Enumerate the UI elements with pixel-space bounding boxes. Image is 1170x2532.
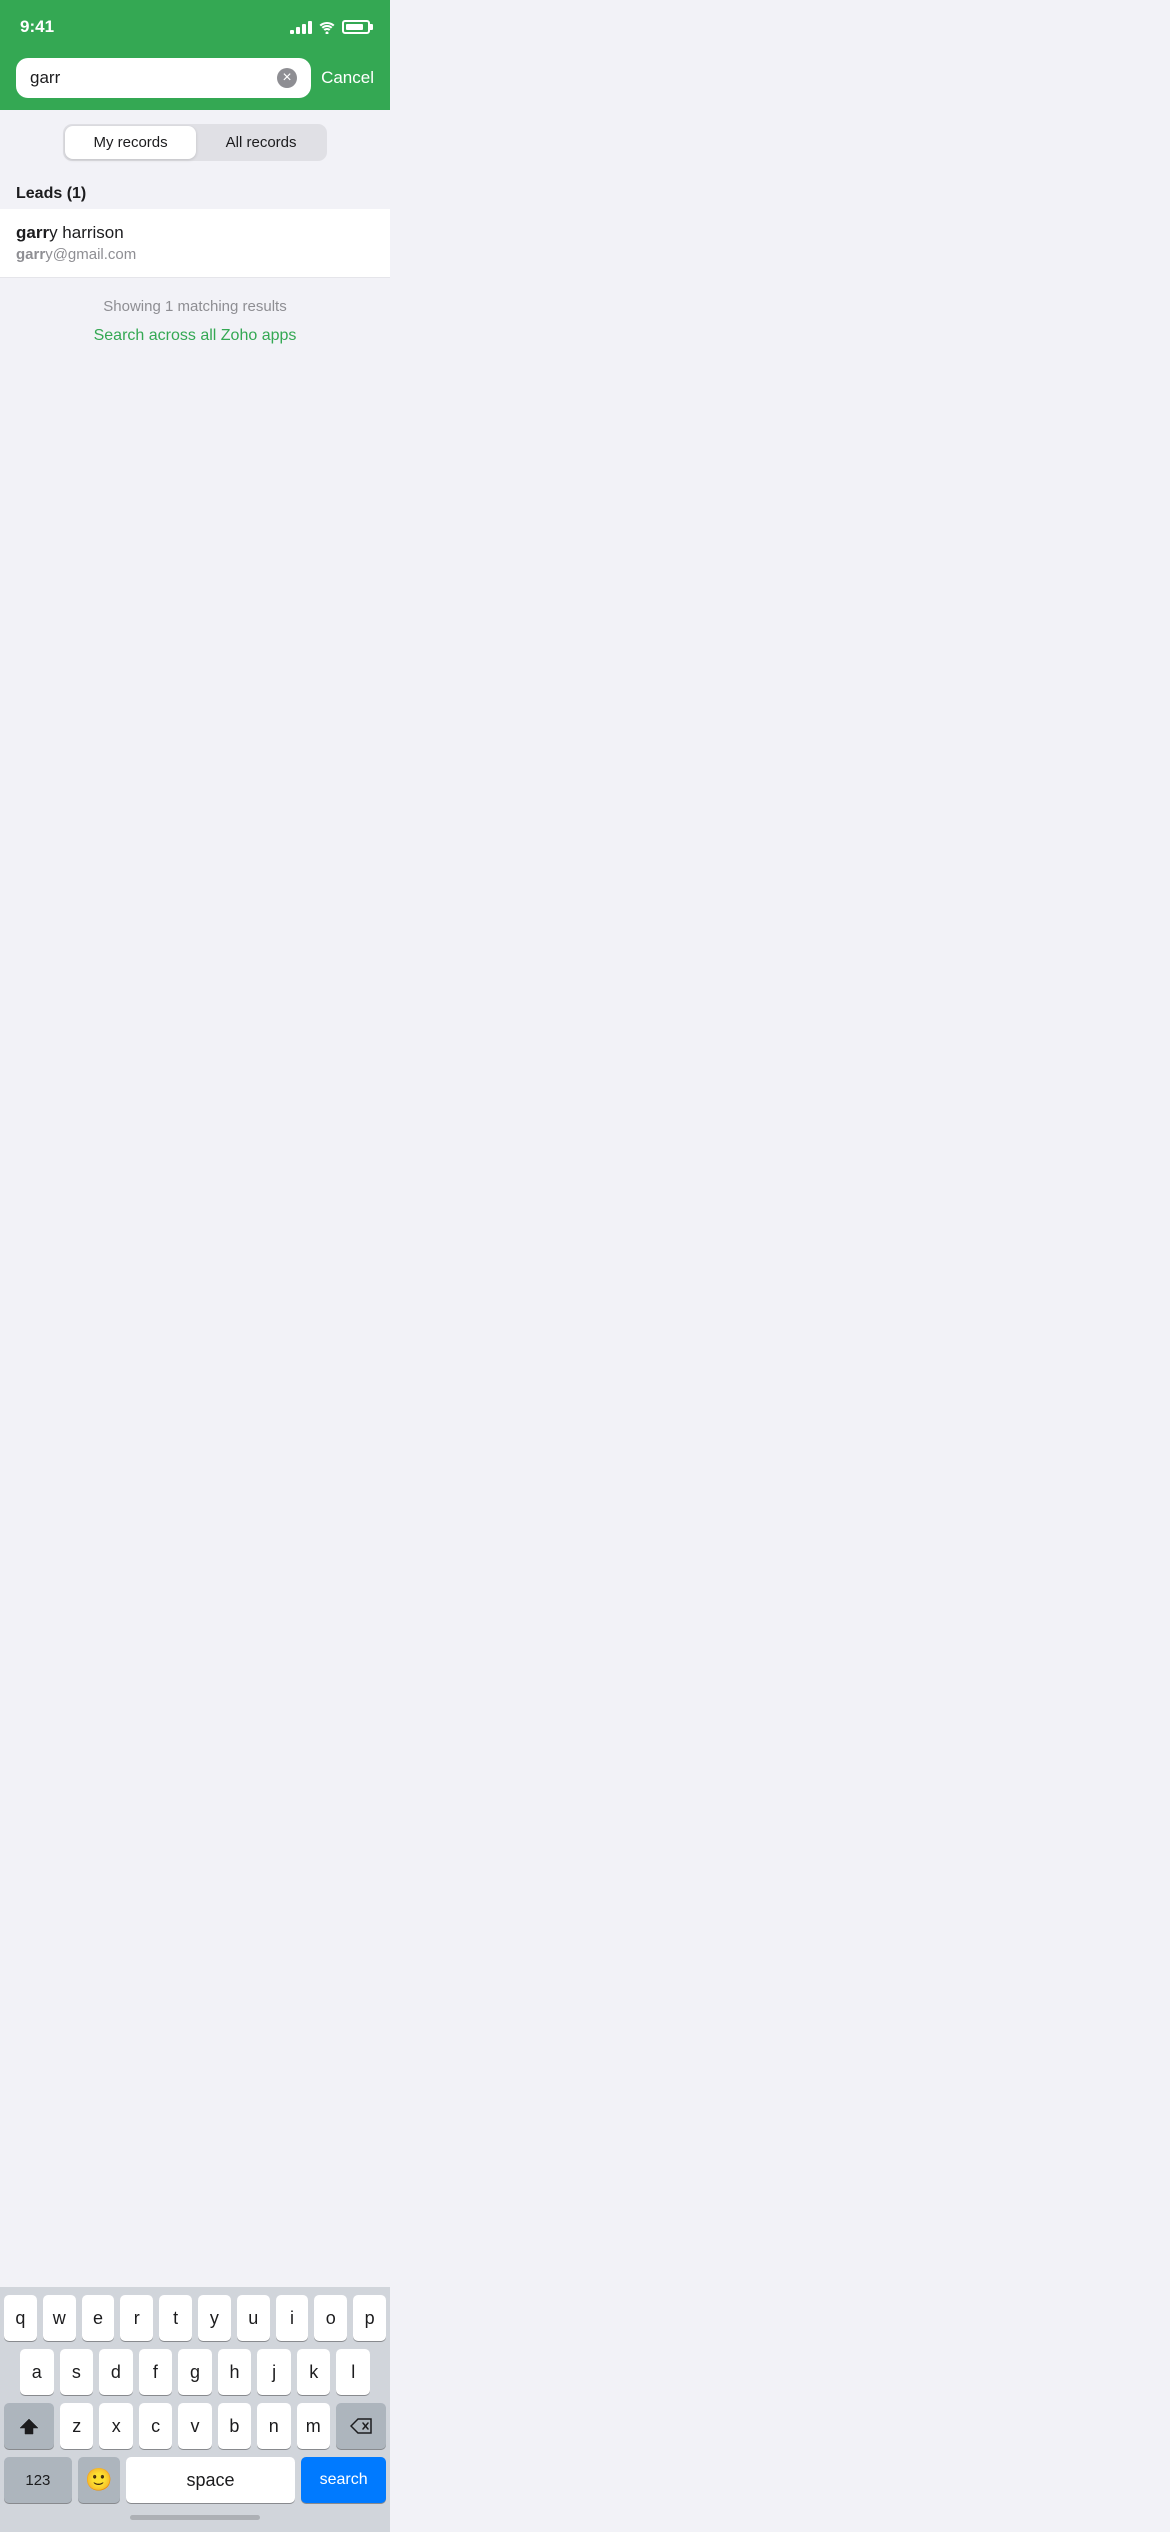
key-z[interactable]: z (60, 2403, 93, 2449)
result-email-bold: garr (16, 246, 45, 263)
key-numbers[interactable]: 123 (4, 2457, 72, 2503)
key-emoji[interactable]: 🙂 (78, 2457, 120, 2503)
key-w[interactable]: w (43, 2295, 76, 2341)
result-name: garry harrison (16, 223, 374, 243)
status-bar: 9:41 (0, 0, 390, 50)
key-s[interactable]: s (60, 2349, 94, 2395)
key-d[interactable]: d (99, 2349, 133, 2395)
key-r[interactable]: r (120, 2295, 153, 2341)
battery-icon (342, 20, 370, 34)
key-backspace[interactable] (336, 2403, 386, 2449)
keyboard-row-1: q w e r t y u i o p (4, 2295, 386, 2341)
keyboard: q w e r t y u i o p a s d f g h j k l z … (0, 2287, 390, 2532)
search-clear-button[interactable] (277, 68, 297, 88)
key-o[interactable]: o (314, 2295, 347, 2341)
key-u[interactable]: u (237, 2295, 270, 2341)
cancel-button[interactable]: Cancel (321, 64, 374, 92)
search-input[interactable]: garr (30, 68, 60, 88)
keyboard-row-2: a s d f g h j k l (4, 2349, 386, 2395)
status-icons (290, 20, 370, 34)
result-email: garry@gmail.com (16, 246, 374, 263)
key-search[interactable]: search (301, 2457, 386, 2503)
key-shift[interactable] (4, 2403, 54, 2449)
key-g[interactable]: g (178, 2349, 212, 2395)
key-h[interactable]: h (218, 2349, 252, 2395)
search-bar: garr Cancel (0, 50, 390, 110)
key-t[interactable]: t (159, 2295, 192, 2341)
key-p[interactable]: p (353, 2295, 386, 2341)
signal-icon (290, 21, 312, 34)
key-q[interactable]: q (4, 2295, 37, 2341)
key-space[interactable]: space (126, 2457, 295, 2503)
section-header: Leads (1) (0, 175, 390, 209)
key-m[interactable]: m (297, 2403, 330, 2449)
key-b[interactable]: b (218, 2403, 251, 2449)
keyboard-row-3: z x c v b n m (4, 2403, 386, 2449)
home-bar (130, 2515, 260, 2520)
status-time: 9:41 (20, 17, 54, 37)
key-e[interactable]: e (82, 2295, 115, 2341)
key-c[interactable]: c (139, 2403, 172, 2449)
showing-text: Showing 1 matching results (0, 278, 390, 323)
result-item[interactable]: garry harrison garry@gmail.com (0, 209, 390, 278)
segment-my-records[interactable]: My records (65, 126, 195, 159)
key-k[interactable]: k (297, 2349, 331, 2395)
results-area: Leads (1) garry harrison garry@gmail.com… (0, 175, 390, 365)
key-n[interactable]: n (257, 2403, 290, 2449)
result-name-bold: garr (16, 223, 49, 242)
key-i[interactable]: i (276, 2295, 309, 2341)
result-name-rest: y harrison (49, 223, 124, 242)
key-l[interactable]: l (336, 2349, 370, 2395)
segment-wrapper: My records All records (63, 124, 326, 161)
keyboard-bottom-row: 123 🙂 space search (4, 2457, 386, 2503)
segment-control: My records All records (0, 110, 390, 175)
segment-all-records[interactable]: All records (198, 126, 325, 159)
result-email-rest: y@gmail.com (45, 246, 136, 263)
key-v[interactable]: v (178, 2403, 211, 2449)
home-indicator (4, 2509, 386, 2528)
wifi-icon (318, 21, 336, 34)
key-a[interactable]: a (20, 2349, 54, 2395)
search-across-link[interactable]: Search across all Zoho apps (0, 323, 390, 365)
key-x[interactable]: x (99, 2403, 132, 2449)
key-y[interactable]: y (198, 2295, 231, 2341)
search-input-container[interactable]: garr (16, 58, 311, 98)
key-f[interactable]: f (139, 2349, 173, 2395)
key-j[interactable]: j (257, 2349, 291, 2395)
